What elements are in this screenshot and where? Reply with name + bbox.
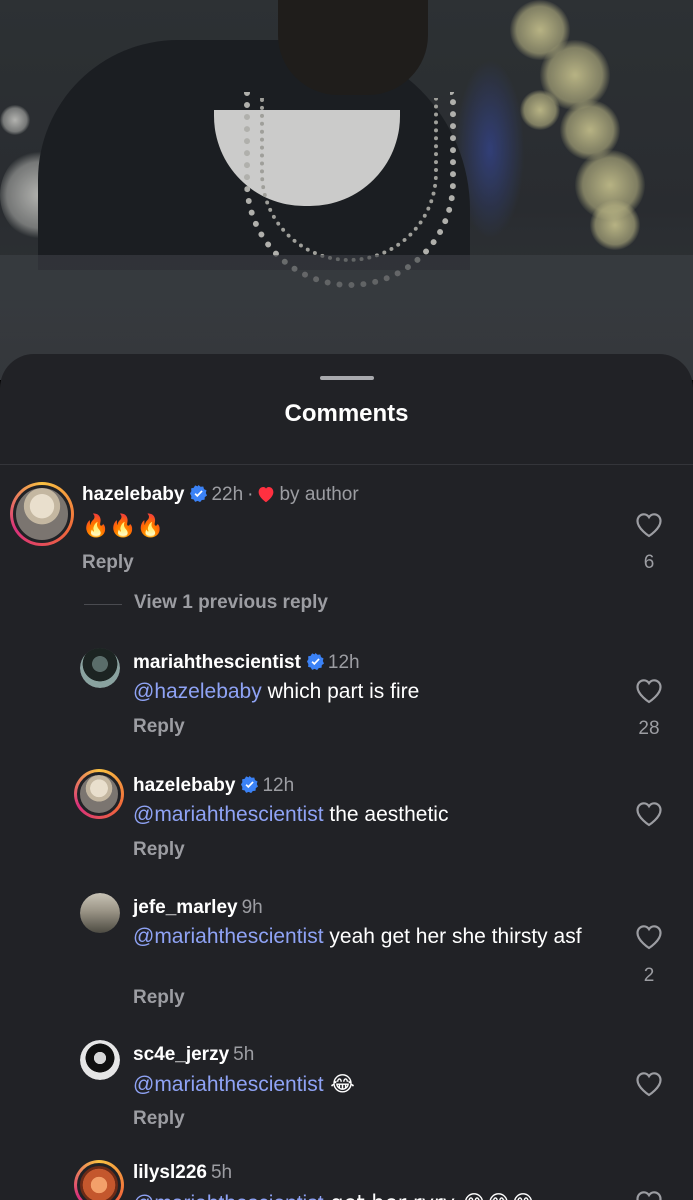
- meta-separator: ·: [247, 484, 254, 505]
- sheet-title: Comments: [284, 400, 409, 427]
- username[interactable]: lilysl226: [133, 1162, 207, 1183]
- comment-text: @hazelebaby which part is fire: [133, 679, 613, 705]
- avatar[interactable]: [74, 1160, 124, 1200]
- comment-time: 5h: [233, 1044, 255, 1065]
- reply-button[interactable]: Reply: [133, 987, 185, 1009]
- avatar[interactable]: [80, 648, 120, 688]
- reply-button[interactable]: Reply: [133, 839, 185, 861]
- reply-button[interactable]: Reply: [133, 716, 185, 738]
- like-count: 6: [643, 552, 655, 573]
- comment-time: 9h: [241, 897, 263, 918]
- comment-text: @mariahthescientist get her ryry 😂😂😂: [133, 1190, 613, 1200]
- comment-header: lilysl226 5h: [133, 1162, 232, 1184]
- post-photo-background: [0, 0, 693, 380]
- mention-link[interactable]: @mariahthescientist: [133, 925, 324, 948]
- like-heart-icon[interactable]: [635, 924, 663, 950]
- mention-link[interactable]: @hazelebaby: [133, 680, 262, 703]
- comment-time: 12h: [327, 652, 360, 673]
- comment-body: 😂: [323, 1072, 355, 1096]
- avatar[interactable]: [80, 893, 120, 933]
- comment-time: 22h: [211, 484, 244, 505]
- username[interactable]: sc4e_jerzy: [133, 1044, 229, 1065]
- like-count: 28: [638, 718, 660, 739]
- comments-sheet: Comments hazelebaby 22h · by author 🔥🔥🔥 Rep…: [0, 354, 693, 1200]
- comment-body: get her ryry 😂😂😂: [324, 1191, 535, 1200]
- comment-body: yeah get her she thirsty asf: [323, 925, 582, 948]
- like-count: 2: [643, 965, 655, 986]
- comment-body: which part is fire: [261, 680, 420, 703]
- liked-heart-icon: [259, 487, 274, 503]
- username[interactable]: hazelebaby: [133, 775, 235, 796]
- username[interactable]: jefe_marley: [133, 897, 238, 918]
- avatar[interactable]: [74, 769, 124, 819]
- sheet-grabber-handle[interactable]: [320, 376, 374, 380]
- like-heart-icon[interactable]: [635, 1190, 663, 1200]
- like-heart-icon[interactable]: [635, 801, 663, 827]
- comment-text: @mariahthescientist 😂: [133, 1071, 613, 1098]
- reply-button[interactable]: Reply: [133, 1108, 185, 1130]
- username[interactable]: hazelebaby: [82, 484, 184, 505]
- like-heart-icon[interactable]: [635, 1071, 663, 1097]
- comment-text: @mariahthescientist the aesthetic: [133, 802, 613, 828]
- comment-time: 12h: [262, 775, 295, 796]
- comment-header: mariahthescientist 12h: [133, 652, 360, 674]
- mention-link[interactable]: @mariahthescientist: [133, 803, 324, 826]
- avatar[interactable]: [80, 1040, 120, 1080]
- comment-text: 🔥🔥🔥: [82, 514, 165, 539]
- comment-time: 5h: [210, 1162, 233, 1183]
- verified-badge-icon: [241, 776, 259, 793]
- view-replies-line: [84, 604, 122, 605]
- verified-badge-icon: [306, 653, 324, 670]
- like-heart-icon[interactable]: [635, 512, 663, 538]
- mention-link[interactable]: @mariahthescientist: [133, 1073, 324, 1096]
- comment-text: @mariahthescientist yeah get her she thi…: [133, 924, 608, 950]
- mention-link[interactable]: @mariahthescientist: [133, 1192, 324, 1200]
- view-previous-replies-button[interactable]: View 1 previous reply: [134, 592, 328, 614]
- liked-by-author-label: by author: [279, 484, 359, 505]
- comment-header: hazelebaby 22h · by author: [82, 484, 359, 506]
- comment-body: the aesthetic: [323, 803, 449, 826]
- avatar[interactable]: [10, 482, 74, 546]
- reply-button[interactable]: Reply: [82, 552, 134, 574]
- comment-header: hazelebaby 12h: [133, 775, 294, 797]
- comment-header: sc4e_jerzy 5h: [133, 1044, 254, 1066]
- header-divider: [0, 464, 693, 465]
- comment-header: jefe_marley 9h: [133, 897, 263, 919]
- username[interactable]: mariahthescientist: [133, 652, 301, 673]
- like-heart-icon[interactable]: [635, 678, 663, 704]
- verified-badge-icon: [190, 485, 208, 502]
